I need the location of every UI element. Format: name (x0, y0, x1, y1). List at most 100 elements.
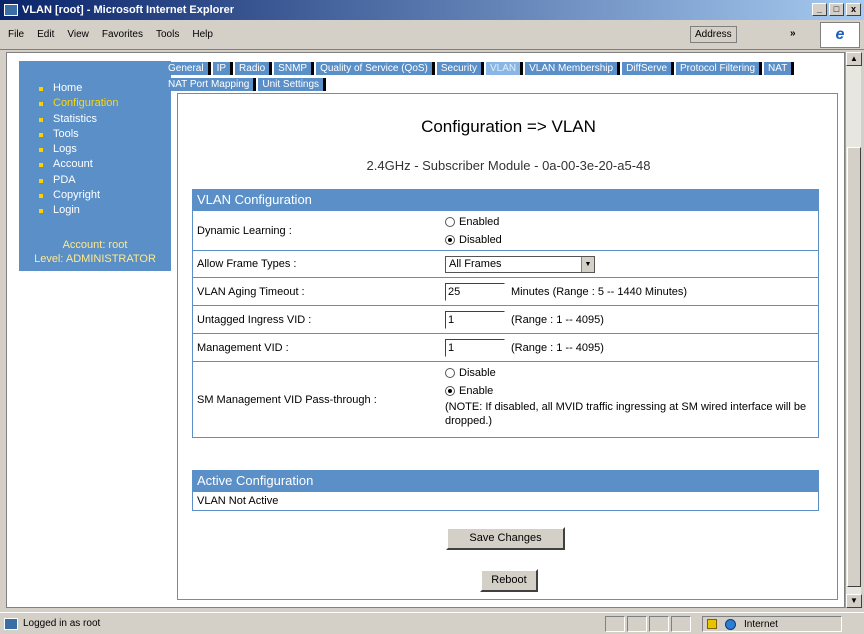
tab-ip[interactable]: IP (212, 62, 234, 75)
status-bar: Logged in as root Internet (0, 612, 864, 634)
left-navigation: Home Configuration Statistics Tools Logs… (19, 61, 171, 271)
globe-icon (725, 618, 736, 630)
nav-statistics[interactable]: Statistics (39, 112, 171, 127)
passthrough-enable-label: Enable (459, 385, 494, 397)
tab-protocol-filtering[interactable]: Protocol Filtering (676, 62, 763, 75)
dynamic-learning-label: Dynamic Learning : (197, 224, 292, 237)
vertical-scrollbar[interactable]: ▲ ▼ (845, 52, 862, 608)
nav-tools[interactable]: Tools (39, 127, 171, 142)
untagged-vid-hint: (Range : 1 -- 4095) (511, 313, 604, 326)
aging-timeout-row: VLAN Aging Timeout : 25 Minutes (Range :… (193, 277, 818, 305)
status-cells (605, 616, 691, 632)
menu-file[interactable]: File (8, 29, 24, 40)
minimize-button[interactable]: _ (812, 3, 827, 16)
status-cell (605, 616, 625, 632)
aging-timeout-label: VLAN Aging Timeout : (197, 285, 305, 298)
nav-login[interactable]: Login (39, 203, 171, 218)
menu-help[interactable]: Help (192, 29, 213, 40)
chevron-down-icon[interactable]: ▼ (581, 256, 594, 272)
level-line: Level: ADMINISTRATOR (34, 253, 156, 265)
reboot-button[interactable]: Reboot (480, 569, 538, 592)
frame-types-value: All Frames (449, 258, 502, 270)
aging-timeout-hint: Minutes (Range : 5 -- 1440 Minutes) (511, 285, 688, 298)
tab-vlan-membership[interactable]: VLAN Membership (525, 62, 621, 75)
passthrough-disable-option[interactable]: Disable (445, 364, 814, 382)
passthrough-enable-option[interactable]: Enable (445, 382, 814, 400)
address-label[interactable]: Address (690, 26, 737, 43)
passthrough-row: SM Management VID Pass-through : Disable… (193, 361, 818, 437)
tab-nat[interactable]: NAT (764, 62, 795, 75)
nav-account[interactable]: Account (39, 157, 171, 172)
untagged-vid-row: Untagged Ingress VID : 1 (Range : 1 -- 4… (193, 305, 818, 333)
menu-favorites[interactable]: Favorites (102, 29, 143, 40)
lock-icon (707, 619, 717, 629)
browser-viewport: Home Configuration Statistics Tools Logs… (6, 52, 845, 608)
nav-pda[interactable]: PDA (39, 173, 171, 188)
tab-security[interactable]: Security (436, 62, 485, 75)
frame-types-label: Allow Frame Types : (197, 258, 297, 270)
ie-window-icon (4, 4, 18, 16)
menu-edit[interactable]: Edit (37, 29, 54, 40)
vlan-config-section: VLAN Configuration Dynamic Learning : En… (192, 189, 819, 438)
passthrough-enable-radio[interactable] (445, 386, 455, 396)
window-title-bar: VLAN [root] - Microsoft Internet Explore… (0, 0, 864, 20)
page-title: Configuration => VLAN (421, 117, 596, 136)
dynamic-learning-disabled-radio[interactable] (445, 234, 455, 245)
nav-copyright[interactable]: Copyright (39, 188, 171, 203)
tab-vlan[interactable]: VLAN (486, 62, 524, 75)
window-title: VLAN [root] - Microsoft Internet Explore… (22, 4, 235, 16)
tab-diffserve[interactable]: DiffServe (622, 62, 675, 75)
account-info: Account: root Level: ADMINISTRATOR (19, 238, 171, 266)
dynamic-learning-row: Dynamic Learning : Enabled Disabled (193, 210, 818, 250)
nav-logs[interactable]: Logs (39, 142, 171, 157)
mgmt-vid-input[interactable]: 1 (445, 338, 505, 357)
active-config-header: Active Configuration (193, 471, 818, 491)
untagged-vid-label: Untagged Ingress VID : (197, 313, 312, 326)
status-cell (671, 616, 691, 632)
dynamic-learning-enabled-label: Enabled (459, 215, 500, 228)
scroll-thumb[interactable] (847, 147, 861, 587)
active-config-status: VLAN Not Active (193, 491, 818, 510)
maximize-button[interactable]: □ (829, 3, 844, 16)
vlan-config-header: VLAN Configuration (193, 190, 818, 210)
status-cell (649, 616, 669, 632)
security-zone: Internet (702, 616, 842, 632)
dynamic-learning-disabled-option[interactable]: Disabled (445, 231, 502, 249)
menu-bar: File Edit View Favorites Tools Help Addr… (0, 20, 864, 50)
tab-nat-port-mapping[interactable]: NAT Port Mapping (164, 78, 257, 91)
passthrough-label: SM Management VID Pass-through : (197, 393, 377, 406)
menu-view[interactable]: View (67, 29, 89, 40)
scroll-up-icon[interactable]: ▲ (846, 52, 862, 66)
dynamic-learning-enabled-radio[interactable] (445, 216, 455, 227)
status-cell (627, 616, 647, 632)
menu-tools[interactable]: Tools (156, 29, 179, 40)
ie-logo-icon: e (820, 22, 860, 48)
links-chevron-button[interactable]: » (790, 28, 796, 39)
dynamic-learning-enabled-option[interactable]: Enabled (445, 213, 502, 231)
mgmt-vid-hint: (Range : 1 -- 4095) (511, 341, 604, 354)
nav-configuration[interactable]: Configuration (39, 96, 171, 111)
status-text: Logged in as root (23, 618, 101, 629)
active-config-section: Active Configuration VLAN Not Active (192, 470, 819, 511)
page-subtitle: 2.4GHz - Subscriber Module - 0a-00-3e-20… (366, 158, 651, 173)
nav-home[interactable]: Home (39, 81, 171, 96)
passthrough-note: (NOTE: If disabled, all MVID traffic ing… (445, 401, 807, 427)
mgmt-vid-row: Management VID : 1 (Range : 1 -- 4095) (193, 333, 818, 361)
account-line: Account: root (62, 239, 128, 251)
tab-general[interactable]: General (164, 62, 211, 75)
passthrough-disable-label: Disable (459, 367, 496, 379)
tab-unit-settings[interactable]: Unit Settings (258, 78, 327, 91)
main-panel: Configuration => VLAN 2.4GHz - Subscribe… (177, 93, 838, 600)
close-button[interactable]: x (846, 3, 861, 16)
frame-types-select[interactable]: All Frames ▼ (445, 255, 595, 273)
save-changes-button[interactable]: Save Changes (446, 527, 565, 550)
tab-qos[interactable]: Quality of Service (QoS) (316, 62, 435, 75)
passthrough-disable-radio[interactable] (445, 368, 455, 378)
frame-types-row: Allow Frame Types : All Frames ▼ (193, 250, 818, 277)
aging-timeout-input[interactable]: 25 (445, 282, 505, 301)
scroll-down-icon[interactable]: ▼ (846, 594, 862, 608)
config-tabs: General IP Radio SNMP Quality of Service (Qo… (164, 62, 824, 94)
untagged-vid-input[interactable]: 1 (445, 310, 505, 329)
tab-snmp[interactable]: SNMP (274, 62, 315, 75)
tab-radio[interactable]: Radio (235, 62, 273, 75)
